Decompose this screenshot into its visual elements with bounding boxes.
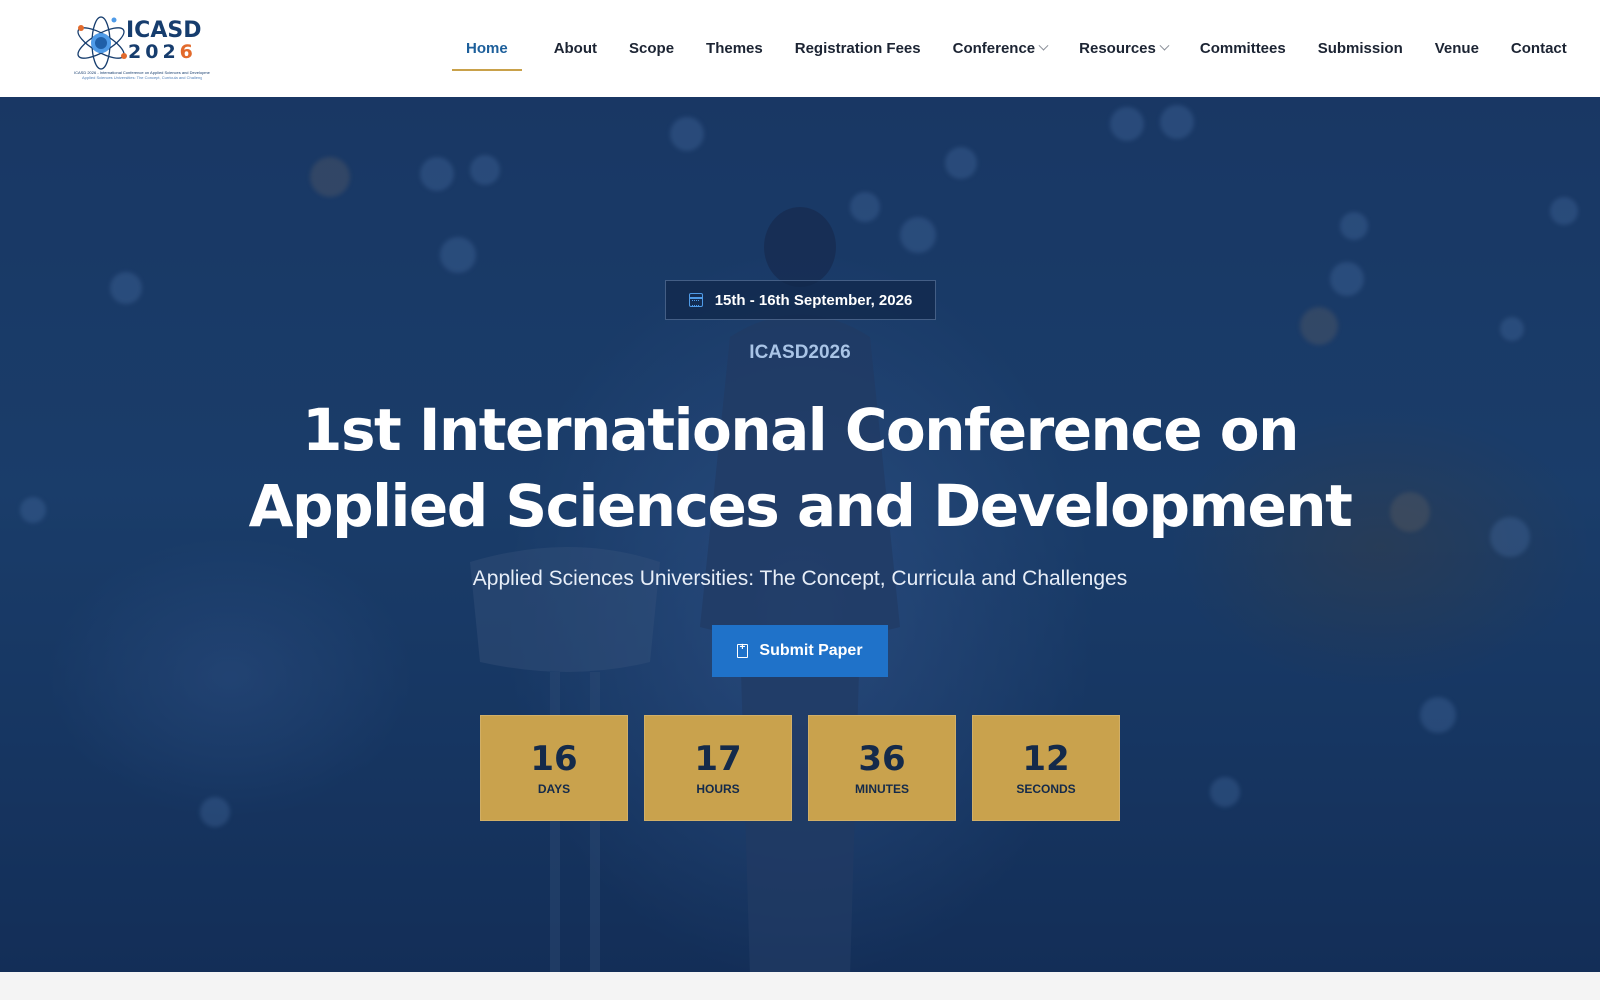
event-date: 15th - 16th September, 2026 [714, 291, 913, 309]
countdown-seconds-value: 12 [1022, 739, 1070, 779]
nav-item-scope[interactable]: Scope [629, 28, 674, 71]
nav-item-home[interactable]: Home [452, 28, 522, 71]
page-title-line-1: 1st International Conference on [302, 396, 1299, 464]
countdown-hours-value: 17 [694, 739, 742, 779]
nav-item-registration-fees[interactable]: Registration Fees [795, 28, 921, 71]
calendar-icon [688, 293, 703, 307]
submit-paper-button[interactable]: Submit Paper [712, 625, 888, 677]
countdown-hours: 17 HOURS [644, 715, 792, 821]
nav-item-about[interactable]: About [554, 28, 597, 71]
nav-item-resources[interactable]: Resources [1079, 28, 1170, 71]
countdown-hours-label: HOURS [696, 782, 740, 796]
nav-item-committees[interactable]: Committees [1200, 28, 1286, 71]
logo-title: ICASD [126, 18, 202, 43]
page-title: 1st International Conference on Applied … [0, 392, 1600, 544]
nav-item-venue[interactable]: Venue [1435, 28, 1479, 71]
countdown-days: 16 DAYS [480, 715, 628, 821]
countdown-minutes-value: 36 [858, 739, 906, 779]
countdown-days-label: DAYS [537, 782, 571, 796]
main-nav: Home About Scope Themes Registration Fee… [452, 28, 1599, 72]
submit-paper-label: Submit Paper [759, 642, 863, 659]
logo-tagline-secondary: Applied Sciences Universities: The Conce… [82, 75, 202, 80]
atom-logo-icon [77, 16, 127, 70]
nav-item-submission[interactable]: Submission [1318, 28, 1403, 71]
event-date-badge: 15th - 16th September, 2026 [665, 280, 936, 320]
countdown-seconds: 12 SECONDS [972, 715, 1120, 821]
nav-item-conference[interactable]: Conference [952, 28, 1049, 71]
file-upload-icon [737, 642, 749, 658]
nav-item-themes[interactable]: Themes [706, 28, 763, 71]
logo-wordmark: ICASD 2026 [126, 18, 202, 63]
logo-year-main: 202 [128, 41, 180, 63]
site-header: ICASD 2026 ICASD 2026 - International Co… [0, 0, 1600, 97]
page-title-line-2: Applied Sciences and Development [248, 472, 1353, 540]
chevron-down-icon [1159, 40, 1170, 51]
countdown-timer: 16 DAYS 17 HOURS 36 MINUTES 12 SECONDS [480, 715, 1136, 821]
hero-section: 15th - 16th September, 2026 ICASD2026 1s… [0, 97, 1600, 972]
logo-year: 2026 [128, 42, 201, 62]
site-logo[interactable]: ICASD 2026 ICASD 2026 - International Co… [72, 14, 212, 80]
next-section-edge [0, 972, 1600, 1000]
countdown-minutes-label: MINUTES [855, 782, 909, 796]
countdown-seconds-label: SECONDS [1016, 782, 1076, 796]
countdown-minutes: 36 MINUTES [808, 715, 956, 821]
nav-item-conference-label: Conference [952, 40, 1036, 57]
chevron-down-icon [1038, 40, 1049, 51]
nav-item-resources-label: Resources [1079, 40, 1156, 57]
logo-year-accent: 6 [179, 41, 197, 63]
event-subtitle: Applied Sciences Universities: The Conce… [472, 567, 1128, 590]
nav-item-contact[interactable]: Contact [1511, 28, 1567, 71]
event-short-name: ICASD2026 [749, 342, 851, 363]
countdown-days-value: 16 [530, 739, 578, 779]
